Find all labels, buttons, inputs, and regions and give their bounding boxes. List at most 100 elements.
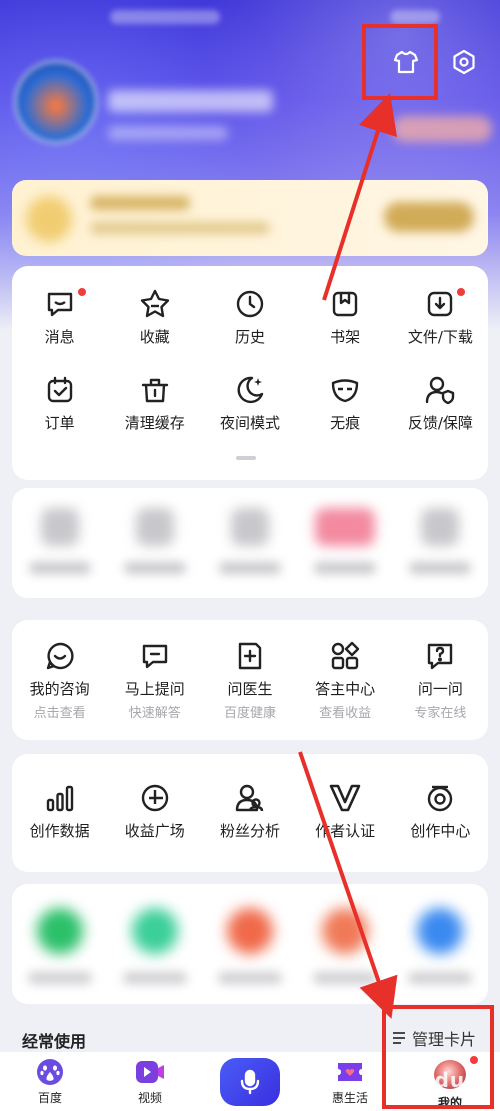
- blurred-app[interactable]: [12, 908, 107, 984]
- blurred-app[interactable]: [298, 908, 393, 984]
- consult-ask-expert[interactable]: 问一问 专家在线: [393, 640, 488, 721]
- tool-label: 历史: [234, 328, 265, 346]
- status-bar-blur: [110, 10, 220, 24]
- menu-lines-icon: [393, 1032, 405, 1044]
- star-icon: [140, 289, 169, 318]
- avatar-icon: [432, 1058, 468, 1091]
- trash-icon: [141, 378, 168, 403]
- blurred-app[interactable]: [107, 908, 202, 984]
- tab-label: 百度: [37, 1091, 62, 1105]
- me-badge: [470, 1056, 478, 1064]
- vip-banner-blurred[interactable]: [12, 180, 488, 256]
- blurred-apps-card: [12, 884, 488, 1004]
- creator-revenue[interactable]: 收益广场: [107, 782, 202, 841]
- blurred-item[interactable]: [298, 508, 393, 574]
- consult-label: 马上提问: [124, 680, 185, 698]
- mask-icon: [331, 379, 359, 403]
- smile-bubble-icon: [46, 642, 74, 670]
- voice-button[interactable]: [220, 1058, 280, 1106]
- consult-sub: 专家在线: [414, 706, 467, 721]
- creator-fans[interactable]: 粉丝分析: [202, 782, 297, 841]
- blurred-item[interactable]: [393, 508, 488, 574]
- tool-message[interactable]: 消息: [12, 288, 107, 347]
- camera-ring-icon: [428, 785, 453, 812]
- consult-my[interactable]: 我的咨询 点击查看: [12, 640, 107, 721]
- consult-answerer-center[interactable]: 答主中心 查看收益: [298, 640, 393, 721]
- question-bubble-icon: [428, 643, 453, 670]
- tab-label: 视频: [137, 1091, 162, 1105]
- manage-cards-label: 管理卡片: [412, 1030, 477, 1049]
- blurred-app[interactable]: [202, 908, 297, 984]
- download-icon: [428, 291, 453, 317]
- creator-label: 作者认证: [315, 822, 376, 840]
- tool-downloads[interactable]: 文件/下载: [393, 288, 488, 347]
- tool-orders[interactable]: 订单: [12, 374, 107, 433]
- consult-sub: 点击查看: [33, 706, 86, 721]
- creator-label: 创作中心: [410, 822, 471, 840]
- consult-label: 我的咨询: [29, 680, 90, 698]
- creator-label: 粉丝分析: [219, 822, 280, 840]
- blurred-item[interactable]: [202, 508, 297, 574]
- tool-favorites[interactable]: 收藏: [107, 288, 202, 347]
- tool-label: 收藏: [139, 328, 170, 346]
- minus-bubble-icon: [142, 644, 167, 669]
- tool-night-mode[interactable]: 夜间模式: [202, 374, 297, 433]
- medical-doc-icon: [238, 642, 262, 670]
- tshirt-icon: [393, 50, 419, 74]
- consult-ask[interactable]: 马上提问 快速解答: [107, 640, 202, 721]
- tool-label: 书架: [330, 328, 361, 346]
- tab-me[interactable]: 我的: [400, 1052, 500, 1111]
- tab-voice-search[interactable]: [200, 1052, 300, 1111]
- baidu-paw-icon: [37, 1059, 63, 1085]
- creator-data[interactable]: 创作数据: [12, 782, 107, 841]
- tool-clear-cache[interactable]: 清理缓存: [107, 374, 202, 433]
- pie-chart-icon: [141, 784, 168, 812]
- creator-verify[interactable]: 作者认证: [298, 782, 393, 841]
- tab-video[interactable]: 视频: [100, 1052, 200, 1111]
- profile-sub-blurred: [108, 126, 228, 140]
- profile-name-blurred[interactable]: [108, 90, 273, 112]
- bar-chart-icon: [46, 785, 73, 812]
- tab-life[interactable]: 惠生活: [300, 1052, 400, 1111]
- consult-doctor[interactable]: 问医生 百度健康: [202, 640, 297, 721]
- settings-button[interactable]: [444, 42, 484, 82]
- blurred-app[interactable]: [393, 908, 488, 984]
- tool-label: 清理缓存: [124, 414, 185, 432]
- tool-label: 反馈/保障: [407, 414, 473, 432]
- ticket-icon: [338, 1063, 362, 1081]
- section-title: 经常使用: [22, 1032, 87, 1051]
- bookmark-icon: [332, 291, 358, 317]
- blurred-item[interactable]: [107, 508, 202, 574]
- tools-card: 消息 收藏 历史 书架 文件/下载 订单 清理缓存 夜间模式 无痕 反馈/保障: [12, 266, 488, 480]
- creator-center[interactable]: 创作中心: [393, 782, 488, 841]
- tab-baidu[interactable]: 百度: [0, 1052, 100, 1111]
- clock-icon: [236, 290, 264, 318]
- blurred-services-card: [12, 488, 488, 598]
- v-badge-icon: [329, 784, 361, 812]
- consult-sub: 百度健康: [223, 706, 276, 721]
- profile-avatar[interactable]: [14, 60, 98, 144]
- creator-card: 创作数据 收益广场 粉丝分析 作者认证 创作中心: [12, 754, 488, 872]
- tool-label: 无痕: [330, 414, 361, 432]
- consult-sub: 快速解答: [128, 706, 181, 721]
- tool-label: 消息: [44, 328, 75, 346]
- consult-label: 问一问: [417, 680, 463, 698]
- grid-icon: [331, 641, 360, 670]
- manage-cards-button[interactable]: 管理卡片: [392, 1026, 476, 1050]
- page-indicator[interactable]: [236, 456, 256, 460]
- consult-label: 答主中心: [315, 680, 376, 698]
- tool-label: 夜间模式: [219, 414, 280, 432]
- tool-incognito[interactable]: 无痕: [298, 374, 393, 433]
- tool-bookshelf[interactable]: 书架: [298, 288, 393, 347]
- skin-button[interactable]: [386, 42, 426, 82]
- tool-history[interactable]: 历史: [202, 288, 297, 347]
- gear-icon: [453, 49, 475, 75]
- user-shield-icon: [426, 376, 455, 405]
- consult-label: 问医生: [227, 680, 273, 698]
- status-bar-blur: [390, 10, 440, 24]
- blurred-item[interactable]: [12, 508, 107, 574]
- tab-label: 我的: [437, 1096, 462, 1110]
- message-badge: [78, 288, 86, 296]
- profile-pill-blurred[interactable]: [392, 116, 492, 142]
- tool-feedback[interactable]: 反馈/保障: [393, 374, 488, 433]
